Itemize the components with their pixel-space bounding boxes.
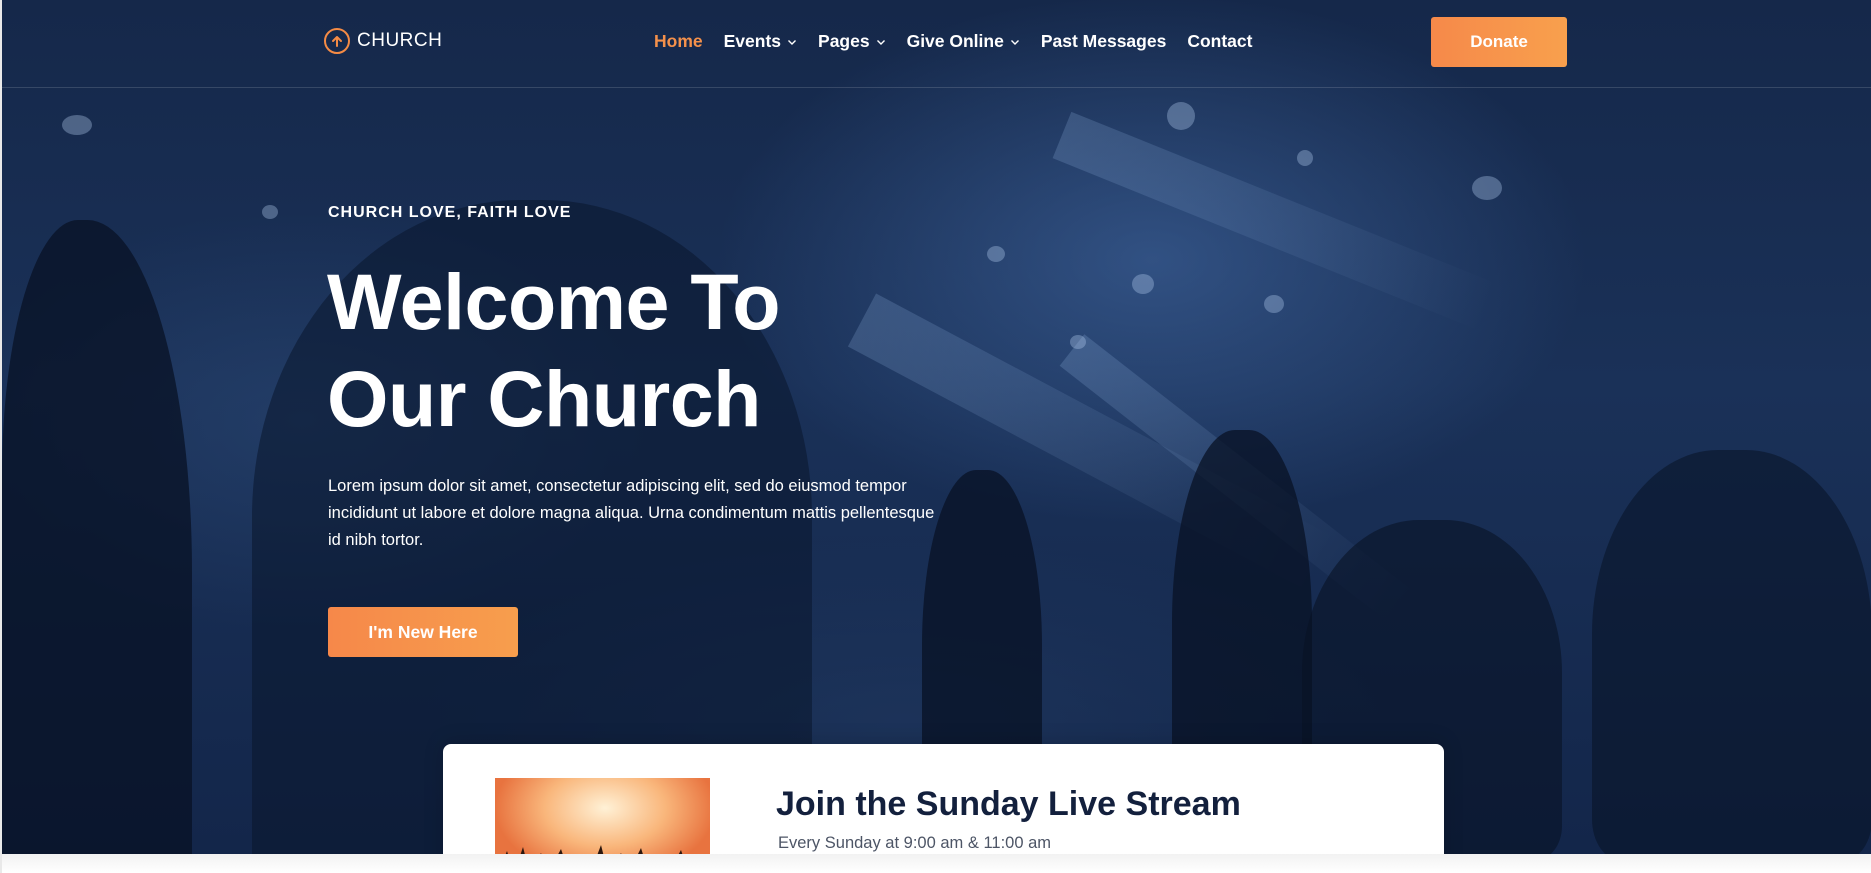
logo-text: CHURCH bbox=[357, 30, 443, 51]
hero-eyebrow: CHURCH LOVE, FAITH LOVE bbox=[328, 204, 572, 221]
nav-item-label: Give Online bbox=[906, 31, 1004, 51]
site-logo[interactable]: CHURCH bbox=[324, 28, 442, 54]
arrow-up-circle-icon bbox=[324, 28, 350, 54]
nav-item-past-messages[interactable]: Past Messages bbox=[1041, 31, 1167, 52]
window-left-border bbox=[0, 0, 2, 873]
nav-item-events[interactable]: Events bbox=[724, 31, 797, 52]
main-nav: Home Events Pages Give Online Past Messa… bbox=[654, 31, 1273, 52]
nav-item-label: Past Messages bbox=[1040, 31, 1167, 51]
nav-item-contact[interactable]: Contact bbox=[1187, 31, 1252, 52]
hero-lead: Lorem ipsum dolor sit amet, consectetur … bbox=[328, 477, 935, 549]
nav-item-label: Events bbox=[723, 31, 782, 51]
hero-title: Welcome To Our Church bbox=[327, 253, 1027, 447]
chevron-down-icon bbox=[876, 39, 885, 45]
chevron-down-icon bbox=[1010, 39, 1019, 45]
donate-button[interactable]: Donate bbox=[1431, 17, 1567, 67]
chevron-down-icon bbox=[788, 39, 797, 45]
nav-item-label: Pages bbox=[818, 31, 870, 51]
hero-title-line2: Our Church bbox=[327, 354, 761, 443]
nav-item-pages[interactable]: Pages bbox=[818, 31, 886, 52]
nav-item-home[interactable]: Home bbox=[654, 31, 703, 52]
hero-title-line1: Welcome To bbox=[327, 257, 781, 346]
nav-item-label: Contact bbox=[1187, 31, 1253, 51]
livestream-subtitle: Every Sunday at 9:00 am & 11:00 am bbox=[778, 834, 1052, 852]
new-here-button[interactable]: I'm New Here bbox=[328, 607, 518, 657]
livestream-title: Join the Sunday Live Stream bbox=[776, 785, 1241, 823]
nav-item-give-online[interactable]: Give Online bbox=[907, 31, 1020, 52]
site-header: CHURCH Home Events Pages Give Online Pas… bbox=[2, 0, 1871, 88]
page-bottom-edge bbox=[0, 854, 1871, 873]
nav-item-label: Home bbox=[654, 31, 703, 51]
